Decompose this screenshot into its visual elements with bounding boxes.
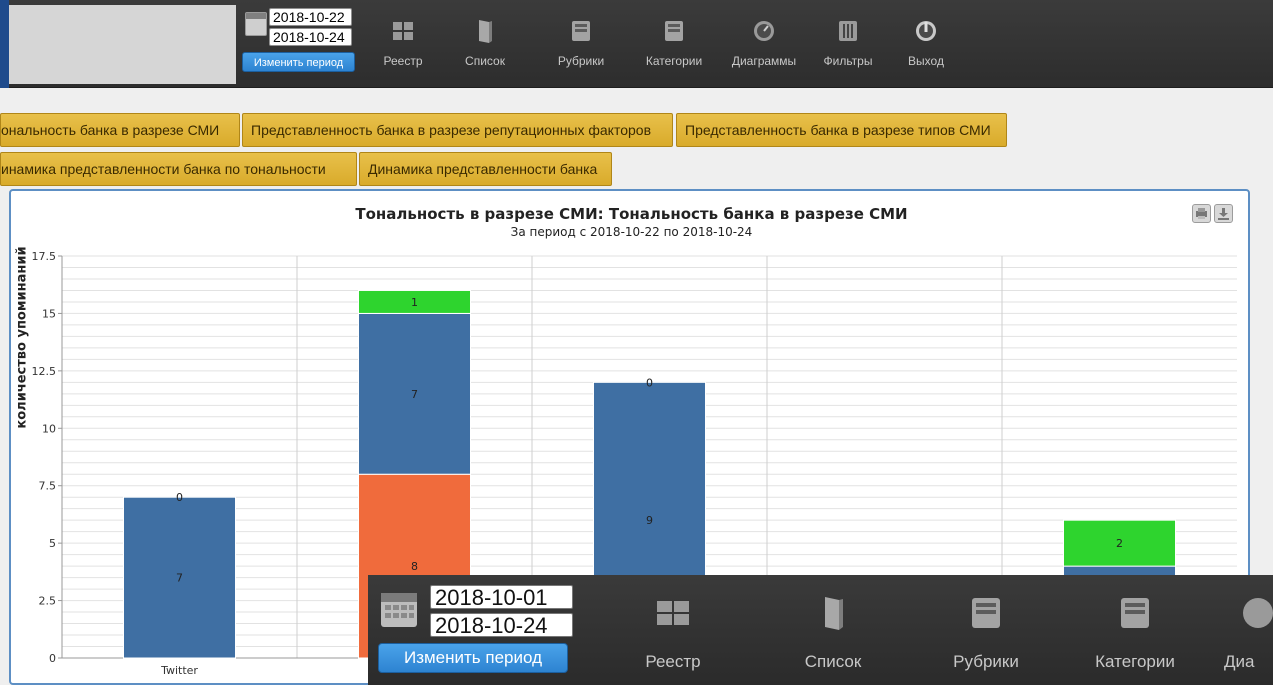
tab-tonality-media[interactable]: ональность банка в разрезе СМИ: [0, 113, 240, 147]
nav-filters[interactable]: Фильтры: [817, 18, 879, 68]
nav-filters-label: Фильтры: [823, 54, 873, 68]
overlay-nav-charts-label: Диа: [1224, 652, 1255, 671]
overlay-nav-list[interactable]: Список: [788, 595, 878, 672]
overlay-nav-rubrics-label: Рубрики: [953, 652, 1019, 671]
nav-exit-label: Выход: [908, 54, 944, 68]
gauge-icon: [1243, 598, 1273, 628]
nav-charts-label: Диаграммы: [731, 54, 797, 68]
overlay-nav-list-label: Список: [804, 652, 862, 671]
print-button[interactable]: [1192, 204, 1211, 223]
overlay-date-from-input[interactable]: 2018-10-01: [430, 585, 573, 609]
nav-categories-label: Категории: [645, 54, 703, 68]
download-button[interactable]: [1214, 204, 1233, 223]
date-from-input[interactable]: 2018-10-22: [269, 8, 352, 26]
inbox-tray-icon: [1121, 598, 1149, 628]
inbox-tray-icon: [665, 21, 683, 41]
overlay-nav-charts[interactable]: Диа: [1224, 595, 1273, 672]
inbox-tray-icon: [572, 21, 590, 41]
tab-media-types[interactable]: Представленность банка в разрезе типов С…: [676, 113, 1007, 147]
nav-exit[interactable]: Выход: [901, 18, 951, 68]
date-to-input[interactable]: 2018-10-24: [269, 28, 352, 46]
tab-tonality-dynamics[interactable]: инамика представленности банка по тональ…: [0, 152, 357, 186]
change-period-button[interactable]: Изменить период: [242, 52, 355, 72]
chart-subtitle: За период с 2018-10-22 по 2018-10-24: [510, 225, 753, 239]
logo-placeholder: [9, 5, 236, 84]
period-selector: 2018-10-22 2018-10-24 Изменить период: [242, 6, 362, 78]
overlay-nav-categories[interactable]: Категории: [1080, 595, 1190, 672]
sliders-icon: [839, 21, 857, 41]
nav-rubrics-label: Рубрики: [557, 54, 605, 68]
nav-registry-label: Реестр: [383, 54, 423, 68]
nav-rubrics[interactable]: Рубрики: [550, 18, 612, 68]
top-toolbar: 2018-10-22 2018-10-24 Изменить период Ре…: [9, 0, 1273, 88]
tab-reputation-factors[interactable]: Представленность банка в разрезе репутац…: [242, 113, 673, 147]
overlay-change-period-button[interactable]: Изменить период: [378, 643, 568, 673]
overlay-nav-rubrics[interactable]: Рубрики: [941, 595, 1031, 672]
gauge-icon: [754, 21, 774, 41]
nav-list-label: Список: [465, 54, 505, 68]
nav-categories[interactable]: Категории: [635, 18, 713, 68]
printer-icon: [1196, 208, 1207, 219]
y-axis-label: количество упоминаний: [14, 246, 30, 429]
grid-icon: [657, 601, 689, 625]
book-icon: [479, 20, 492, 43]
download-icon: [1218, 208, 1229, 220]
nav-charts[interactable]: Диаграммы: [720, 18, 808, 68]
inbox-tray-icon: [972, 598, 1000, 628]
book-icon: [825, 597, 843, 630]
nav-registry[interactable]: Реестр: [378, 18, 428, 68]
calendar-icon[interactable]: [380, 589, 418, 629]
calendar-icon[interactable]: [245, 12, 267, 36]
tab-representation-dynamics[interactable]: Динамика представленности банка: [359, 152, 612, 186]
nav-list[interactable]: Список: [457, 18, 513, 68]
chart-title: Тональность в разрезе СМИ: Тональность б…: [355, 205, 908, 223]
overlay-toolbar: 2018-10-01 2018-10-24 Изменить период Ре…: [368, 575, 1273, 685]
grid-icon: [393, 22, 413, 40]
power-icon: [916, 21, 936, 41]
overlay-nav-categories-label: Категории: [1095, 652, 1175, 671]
overlay-date-to-input[interactable]: 2018-10-24: [430, 613, 573, 637]
overlay-nav-registry[interactable]: Реестр: [633, 595, 713, 672]
overlay-period-selector: 2018-10-01 2018-10-24 Изменить период: [378, 581, 588, 676]
overlay-nav-registry-label: Реестр: [645, 652, 701, 671]
